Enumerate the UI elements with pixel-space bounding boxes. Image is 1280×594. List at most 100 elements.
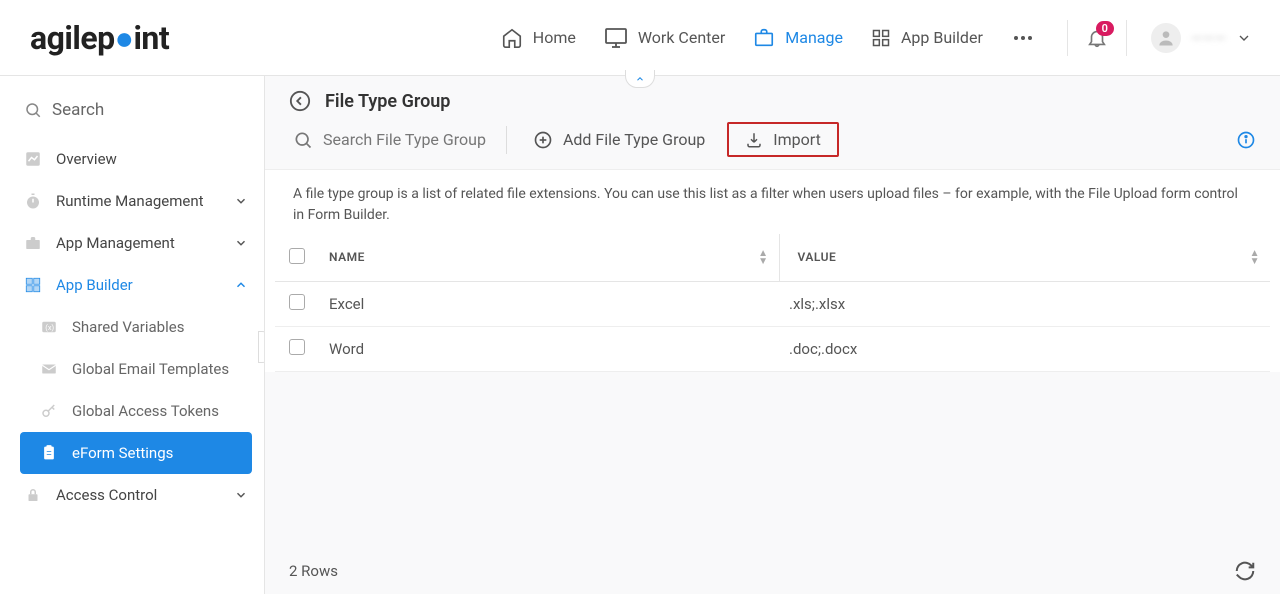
- logo-text-prefix: agilep: [30, 19, 115, 57]
- row-name: Word: [319, 327, 779, 372]
- checkbox-icon: [289, 248, 305, 264]
- apps-icon: [24, 276, 42, 294]
- sidebar-app-builder-label: App Builder: [56, 276, 133, 294]
- chevron-down-icon: [234, 236, 248, 250]
- user-name-label: ———: [1191, 29, 1226, 47]
- nav-items: Home Work Center Manage App Builder: [501, 26, 1035, 50]
- import-button-label: Import: [773, 130, 821, 149]
- table-row[interactable]: Excel .xls;.xlsx: [275, 282, 1270, 327]
- table-footer: 2 Rows: [265, 548, 1280, 594]
- plus-circle-icon: [533, 130, 553, 150]
- back-icon[interactable]: [289, 90, 311, 112]
- column-header-name[interactable]: NAME▲▼: [319, 234, 779, 282]
- mail-icon: [40, 360, 58, 378]
- main-header: File Type Group: [265, 76, 1280, 122]
- sidebar-sub-eform-settings[interactable]: eForm Settings: [20, 432, 252, 474]
- briefcase-icon: [753, 27, 775, 49]
- select-all-header[interactable]: [275, 234, 319, 282]
- nav-manage-label: Manage: [785, 28, 843, 47]
- logo-text-suffix: int: [133, 19, 169, 57]
- briefcase-icon: [24, 234, 42, 252]
- nav-app-builder[interactable]: App Builder: [871, 28, 983, 48]
- info-button[interactable]: [1236, 130, 1256, 150]
- row-checkbox[interactable]: [289, 294, 305, 310]
- row-name: Excel: [319, 282, 779, 327]
- user-menu[interactable]: ———: [1145, 19, 1258, 57]
- nav-separator: [1067, 20, 1068, 56]
- sidebar-collapse-button[interactable]: [258, 331, 265, 363]
- sidebar-item-app-builder[interactable]: App Builder: [20, 264, 252, 306]
- search-icon: [293, 130, 313, 150]
- sidebar-app-mgmt-label: App Management: [56, 234, 175, 252]
- sort-icon: ▲▼: [1250, 250, 1260, 266]
- nav-app-builder-label: App Builder: [901, 28, 983, 47]
- clipboard-icon: [40, 444, 58, 462]
- nav-work-center[interactable]: Work Center: [604, 27, 725, 49]
- page-title: File Type Group: [325, 91, 450, 112]
- sidebar-eform-label: eForm Settings: [72, 444, 173, 462]
- notifications-button[interactable]: 0: [1086, 27, 1108, 49]
- toolbar-search[interactable]: Search File Type Group: [289, 124, 490, 156]
- sidebar-sub-access-tokens[interactable]: Global Access Tokens: [20, 390, 252, 432]
- nav-separator: [1126, 20, 1127, 56]
- sidebar-sub-email-templates[interactable]: Global Email Templates: [20, 348, 252, 390]
- collapse-topnav-button[interactable]: [625, 70, 655, 88]
- search-icon: [24, 101, 42, 119]
- chevron-up-icon: [234, 278, 248, 292]
- logo-dot-icon: ●: [115, 19, 134, 57]
- sidebar-access-ctrl-label: Access Control: [56, 486, 157, 504]
- nav-home[interactable]: Home: [501, 27, 576, 49]
- column-header-value[interactable]: VALUE▲▼: [779, 234, 1270, 282]
- add-file-type-group-button[interactable]: Add File Type Group: [523, 124, 715, 156]
- sidebar-item-access-control[interactable]: Access Control: [20, 474, 252, 516]
- row-value: .xls;.xlsx: [779, 282, 1270, 327]
- notification-badge: 0: [1096, 21, 1114, 36]
- chart-icon: [24, 150, 42, 168]
- more-icon: [1011, 26, 1035, 50]
- sidebar-runtime-label: Runtime Management: [56, 192, 204, 210]
- description-text: A file type group is a list of related f…: [265, 169, 1280, 234]
- main-content: File Type Group Search File Type Group A…: [265, 76, 1280, 594]
- import-button[interactable]: Import: [727, 122, 839, 157]
- sidebar-search[interactable]: Search: [20, 94, 252, 138]
- sidebar-search-placeholder: Search: [52, 100, 104, 120]
- sidebar-item-app-management[interactable]: App Management: [20, 222, 252, 264]
- sidebar-item-runtime[interactable]: Runtime Management: [20, 180, 252, 222]
- sidebar-item-overview[interactable]: Overview: [20, 138, 252, 180]
- nav-more[interactable]: [1011, 26, 1035, 50]
- nav-home-label: Home: [533, 28, 576, 47]
- add-button-label: Add File Type Group: [563, 130, 705, 149]
- toolbar: Search File Type Group Add File Type Gro…: [265, 122, 1280, 169]
- sidebar-access-tok-label: Global Access Tokens: [72, 402, 219, 420]
- top-nav: agilep●int Home Work Center Manage App B…: [0, 0, 1280, 76]
- monitor-icon: [604, 27, 628, 49]
- home-icon: [501, 27, 523, 49]
- row-checkbox[interactable]: [289, 339, 305, 355]
- sidebar-sub-shared-variables[interactable]: (x) Shared Variables: [20, 306, 252, 348]
- refresh-button[interactable]: [1234, 560, 1256, 582]
- sidebar-overview-label: Overview: [56, 150, 117, 168]
- apps-icon: [871, 28, 891, 48]
- sidebar: Search Overview Runtime Management App M…: [0, 76, 265, 594]
- toolbar-separator: [506, 126, 507, 154]
- chevron-down-icon: [234, 488, 248, 502]
- file-type-table: NAME▲▼ VALUE▲▼ Excel .xls;.xlsx Word .do…: [265, 234, 1280, 372]
- avatar-icon: [1151, 23, 1181, 53]
- lock-icon: [24, 486, 42, 504]
- download-icon: [745, 131, 763, 149]
- refresh-icon: [1234, 560, 1256, 582]
- chevron-down-icon: [234, 194, 248, 208]
- nav-work-center-label: Work Center: [638, 28, 725, 47]
- svg-text:(x): (x): [45, 323, 54, 332]
- table-row[interactable]: Word .doc;.docx: [275, 327, 1270, 372]
- row-count-label: 2 Rows: [289, 562, 338, 580]
- key-icon: [40, 402, 58, 420]
- variable-icon: (x): [40, 318, 58, 336]
- sort-icon: ▲▼: [758, 250, 768, 266]
- info-icon: [1236, 130, 1256, 150]
- stopwatch-icon: [24, 192, 42, 210]
- toolbar-search-placeholder: Search File Type Group: [323, 130, 486, 149]
- nav-manage[interactable]: Manage: [753, 27, 843, 49]
- sidebar-shared-vars-label: Shared Variables: [72, 318, 184, 336]
- logo[interactable]: agilep●int: [30, 19, 169, 57]
